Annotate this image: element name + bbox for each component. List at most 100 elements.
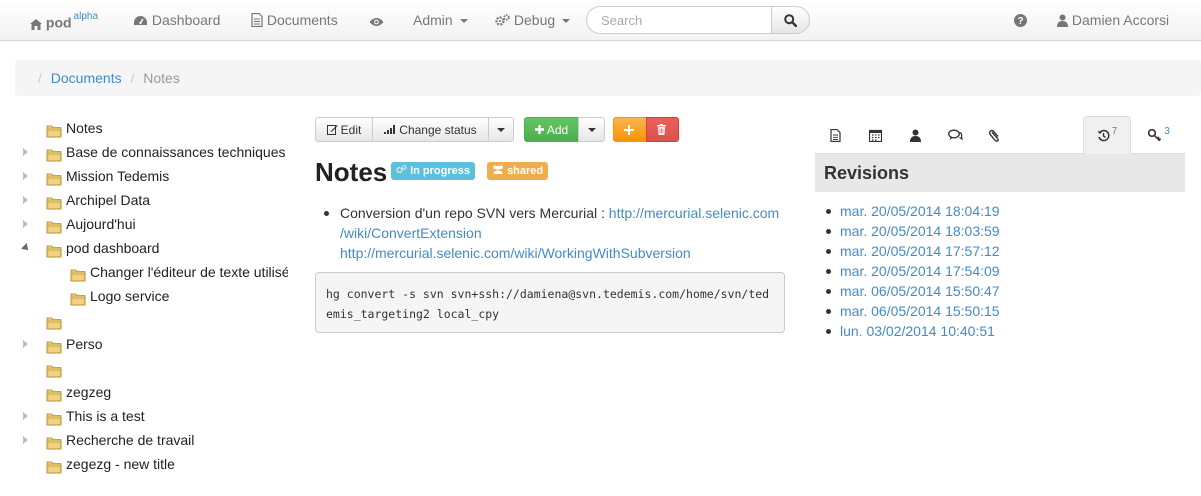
access-rights-count: 3 <box>1164 125 1170 137</box>
revision-link[interactable]: mar. 20/05/2014 18:04:19 <box>840 203 1000 219</box>
user-icon <box>909 129 921 142</box>
comments-icon <box>947 129 963 141</box>
search-button[interactable] <box>771 6 810 34</box>
user-name: Damien Accorsi <box>1071 12 1170 28</box>
tab-comments[interactable] <box>935 116 975 154</box>
tree-item-label: Aujourd'hui <box>66 216 136 232</box>
list-item: Conversion d'un repo SVN vers Mercurial … <box>340 203 794 263</box>
file-icon <box>829 128 841 142</box>
chevron-down-icon <box>562 19 571 24</box>
nav-dashboard[interactable]: Dashboard <box>133 0 220 40</box>
expand-arrow-icon[interactable] <box>21 243 31 253</box>
status-dropdown-toggle[interactable] <box>488 117 514 142</box>
add-button[interactable]: Add <box>524 117 579 142</box>
collapse-arrow-icon[interactable] <box>23 436 28 444</box>
add-dropdown-toggle[interactable] <box>578 117 605 142</box>
nav-dashboard-label: Dashboard <box>151 12 221 28</box>
tree-item[interactable]: zegzeg <box>18 380 288 404</box>
user-menu[interactable]: Damien Accorsi <box>1057 0 1169 40</box>
plus-icon <box>534 125 544 134</box>
history-count: 7 <box>1111 126 1118 137</box>
folder-icon <box>70 289 86 306</box>
tree-item[interactable]: Base de connaissances techniques <box>18 140 288 164</box>
tree-item[interactable]: Aujourd'hui <box>18 212 288 236</box>
delete-button[interactable] <box>646 117 679 142</box>
tree-item-label: Base de connaissances techniques <box>66 144 286 160</box>
collapse-arrow-icon[interactable] <box>23 340 28 348</box>
nav-documents-label: Documents <box>266 12 338 28</box>
tab-access-rights[interactable]: 3 <box>1135 116 1183 154</box>
tab-users[interactable] <box>895 116 935 154</box>
collapse-arrow-icon[interactable] <box>23 412 28 420</box>
tree-item[interactable]: Logo service <box>18 284 288 308</box>
tree-item-label: Notes <box>66 120 103 136</box>
collapse-arrow-icon[interactable] <box>23 172 28 180</box>
document-tree: Notes Base de connaissances techniques Mis… <box>18 116 288 476</box>
nav-debug-dropdown[interactable]: Debug <box>495 0 571 40</box>
tree-item[interactable]: Changer l'éditeur de texte utilisé <box>18 260 288 284</box>
svg-text:?: ? <box>1017 16 1023 27</box>
group-icon <box>493 165 503 174</box>
help-button[interactable]: ? <box>1014 0 1027 40</box>
breadcrumb-documents-link[interactable]: Documents <box>51 70 122 86</box>
tree-item-label: zegzeg <box>66 384 112 400</box>
revision-link[interactable]: lun. 03/02/2014 10:40:51 <box>840 323 995 339</box>
nav-debug-label: Debug <box>513 12 556 28</box>
revisions-header: Revisions <box>815 154 1185 192</box>
status-badge[interactable]: In progress <box>391 162 475 180</box>
folder-icon <box>46 145 62 162</box>
revision-link[interactable]: mar. 20/05/2014 17:57:12 <box>840 243 1000 259</box>
tree-item[interactable]: Perso <box>18 332 288 356</box>
shared-badge[interactable]: shared <box>487 162 549 180</box>
search-icon <box>784 13 797 27</box>
brand-link[interactable]: pod alpha <box>30 0 98 40</box>
folder-icon <box>46 313 62 330</box>
home-icon <box>30 18 42 30</box>
bullet-dot <box>826 249 831 254</box>
tree-item[interactable]: zegezg - new title <box>18 452 288 476</box>
bullet-dot <box>324 211 329 216</box>
list-item-text: Conversion d'un repo SVN vers Mercurial … <box>340 205 609 221</box>
revision-item: mar. 20/05/2014 18:03:59 <box>826 221 1000 241</box>
status-badge-label: In progress <box>410 165 470 177</box>
search-input[interactable] <box>586 6 772 34</box>
shared-badge-label: shared <box>507 165 544 177</box>
chevron-down-icon <box>497 127 505 132</box>
collapse-arrow-icon[interactable] <box>23 220 28 228</box>
tree-item[interactable]: pod dashboard <box>18 236 288 260</box>
new-item-button[interactable] <box>613 117 647 142</box>
folder-icon <box>46 169 62 186</box>
revision-link[interactable]: mar. 20/05/2014 17:54:09 <box>840 263 1000 279</box>
collapse-arrow-icon[interactable] <box>23 148 28 156</box>
tab-history[interactable]: 7 <box>1083 116 1131 154</box>
tree-item[interactable]: Archipel Data <box>18 188 288 212</box>
tree-item-label: This is a test <box>66 408 145 424</box>
folder-icon <box>70 265 86 282</box>
edit-button[interactable]: Edit <box>315 117 373 142</box>
tab-document[interactable] <box>815 116 855 154</box>
change-status-button[interactable]: Change status <box>372 117 489 142</box>
tab-attachments[interactable] <box>975 116 1015 154</box>
link-text-part: /wiki/ConvertExtension <box>340 225 482 241</box>
tree-item[interactable] <box>18 308 288 332</box>
nav-view[interactable] <box>369 0 384 40</box>
tree-item[interactable]: This is a test <box>18 404 288 428</box>
tree-item[interactable]: Mission Tedemis <box>18 164 288 188</box>
bullet-dot <box>826 329 831 334</box>
breadcrumb-separator: / <box>38 70 42 86</box>
edit-button-label: Edit <box>340 122 362 137</box>
tab-calendar[interactable] <box>855 116 895 154</box>
tree-item[interactable]: Recherche de travail <box>18 428 288 452</box>
revision-link[interactable]: mar. 06/05/2014 15:50:15 <box>840 303 1000 319</box>
collapse-arrow-icon[interactable] <box>23 196 28 204</box>
nav-documents[interactable]: Documents <box>251 0 338 40</box>
folder-icon <box>46 241 62 258</box>
nav-admin-dropdown[interactable]: Admin <box>413 0 468 40</box>
working-with-subversion-link[interactable]: http://mercurial.selenic.com/wiki/Workin… <box>340 245 691 261</box>
revision-link[interactable]: mar. 20/05/2014 18:03:59 <box>840 223 1000 239</box>
tree-item[interactable] <box>18 356 288 380</box>
folder-icon <box>46 433 62 450</box>
revision-link[interactable]: mar. 06/05/2014 15:50:47 <box>840 283 1000 299</box>
tree-item[interactable]: Notes <box>18 116 288 140</box>
revision-item: lun. 03/02/2014 10:40:51 <box>826 321 1000 341</box>
